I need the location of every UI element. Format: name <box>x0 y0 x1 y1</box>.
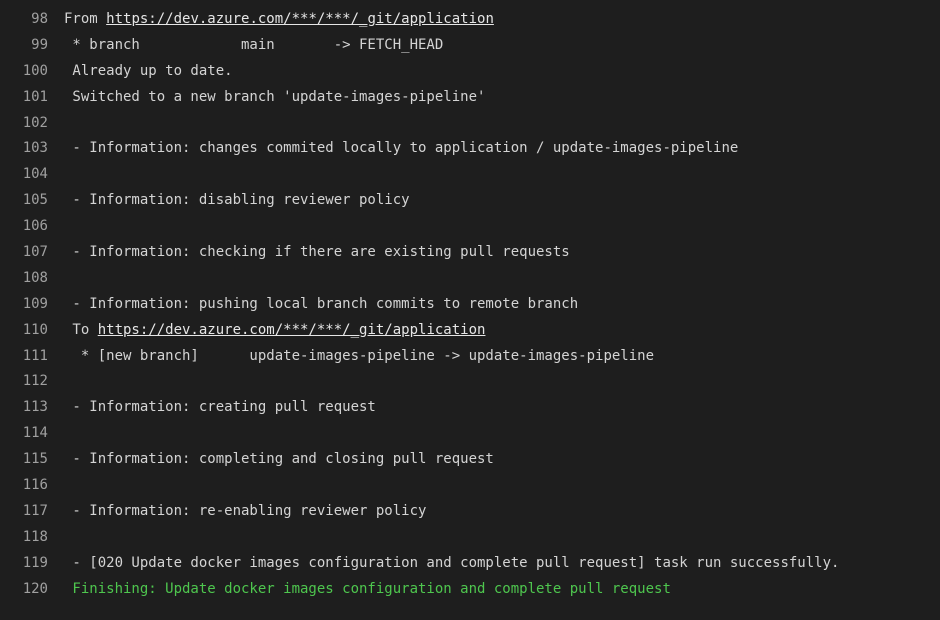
log-line: 117 - Information: re-enabling reviewer … <box>0 499 940 525</box>
log-text: * [new branch] update-images-pipeline ->… <box>64 347 655 364</box>
line-number: 110 <box>22 321 48 338</box>
log-line: 101 Switched to a new branch 'update-ima… <box>0 85 940 111</box>
log-line: 115 - Information: completing and closin… <box>0 447 940 473</box>
log-line: 106 <box>0 214 940 240</box>
line-number: 100 <box>22 62 48 79</box>
log-text: - Information: disabling reviewer policy <box>64 192 410 209</box>
line-number: 113 <box>22 399 48 416</box>
log-line: 104 <box>0 162 940 188</box>
log-line: 111 * [new branch] update-images-pipelin… <box>0 344 940 370</box>
log-text-prefix: To <box>64 321 98 338</box>
line-number: 101 <box>22 88 48 105</box>
finishing-status-text: Finishing: Update docker images configur… <box>64 580 671 597</box>
log-line: 108 <box>0 266 940 292</box>
log-line: 99 * branch main -> FETCH_HEAD <box>0 33 940 59</box>
log-line: 119 - [020 Update docker images configur… <box>0 551 940 577</box>
line-number: 107 <box>22 244 48 261</box>
log-text: - Information: changes commited locally … <box>64 140 739 157</box>
log-line: 102 <box>0 111 940 137</box>
log-text: - Information: checking if there are exi… <box>64 244 570 261</box>
line-number: 115 <box>22 451 48 468</box>
log-text: - [020 Update docker images configuratio… <box>64 554 840 571</box>
line-number: 119 <box>22 554 48 571</box>
log-line: 113 - Information: creating pull request <box>0 395 940 421</box>
log-text: - Information: creating pull request <box>64 399 376 416</box>
line-number: 117 <box>22 502 48 519</box>
line-number: 104 <box>22 166 48 183</box>
line-number: 106 <box>22 218 48 235</box>
log-text: * branch main -> FETCH_HEAD <box>64 36 444 53</box>
log-text: - Information: pushing local branch comm… <box>64 295 579 312</box>
line-number: 116 <box>22 477 48 494</box>
log-line: 107 - Information: checking if there are… <box>0 240 940 266</box>
log-text: - Information: re-enabling reviewer poli… <box>64 502 427 519</box>
log-line: 110 To https://dev.azure.com/***/***/_gi… <box>0 318 940 344</box>
pipeline-log-viewer: 98 From https://dev.azure.com/***/***/_g… <box>0 0 940 620</box>
log-line: 112 <box>0 369 940 395</box>
repo-link[interactable]: https://dev.azure.com/***/***/_git/appli… <box>98 322 486 338</box>
log-line: 118 <box>0 525 940 551</box>
line-number: 102 <box>22 114 48 131</box>
repo-link[interactable]: https://dev.azure.com/***/***/_git/appli… <box>106 11 494 27</box>
line-number: 112 <box>22 373 48 390</box>
log-line: 105 - Information: disabling reviewer po… <box>0 188 940 214</box>
log-line: 116 <box>0 473 940 499</box>
log-line: 109 - Information: pushing local branch … <box>0 292 940 318</box>
log-text-prefix: From <box>64 11 107 27</box>
line-number: 118 <box>22 528 48 545</box>
line-number: 114 <box>22 425 48 442</box>
log-text: From https://dev.azure.com/***/***/_git/… <box>48 7 940 33</box>
line-number: 105 <box>22 192 48 209</box>
log-line: 100 Already up to date. <box>0 59 940 85</box>
log-text: - Information: completing and closing pu… <box>64 451 494 468</box>
line-number: 103 <box>22 140 48 157</box>
line-number: 98 <box>31 11 48 27</box>
line-number: 111 <box>22 347 48 364</box>
log-line: 114 <box>0 421 940 447</box>
log-line-finishing: 120 Finishing: Update docker images conf… <box>0 577 940 603</box>
log-line: 98 From https://dev.azure.com/***/***/_g… <box>0 7 940 33</box>
log-line: 103 - Information: changes commited loca… <box>0 136 940 162</box>
line-number: 99 <box>31 36 48 53</box>
line-number: 108 <box>22 269 48 286</box>
line-number: 109 <box>22 295 48 312</box>
log-text: Already up to date. <box>64 62 233 79</box>
log-text: To https://dev.azure.com/***/***/_git/ap… <box>48 318 940 344</box>
log-text: Switched to a new branch 'update-images-… <box>64 88 486 105</box>
line-number: 120 <box>22 580 48 597</box>
